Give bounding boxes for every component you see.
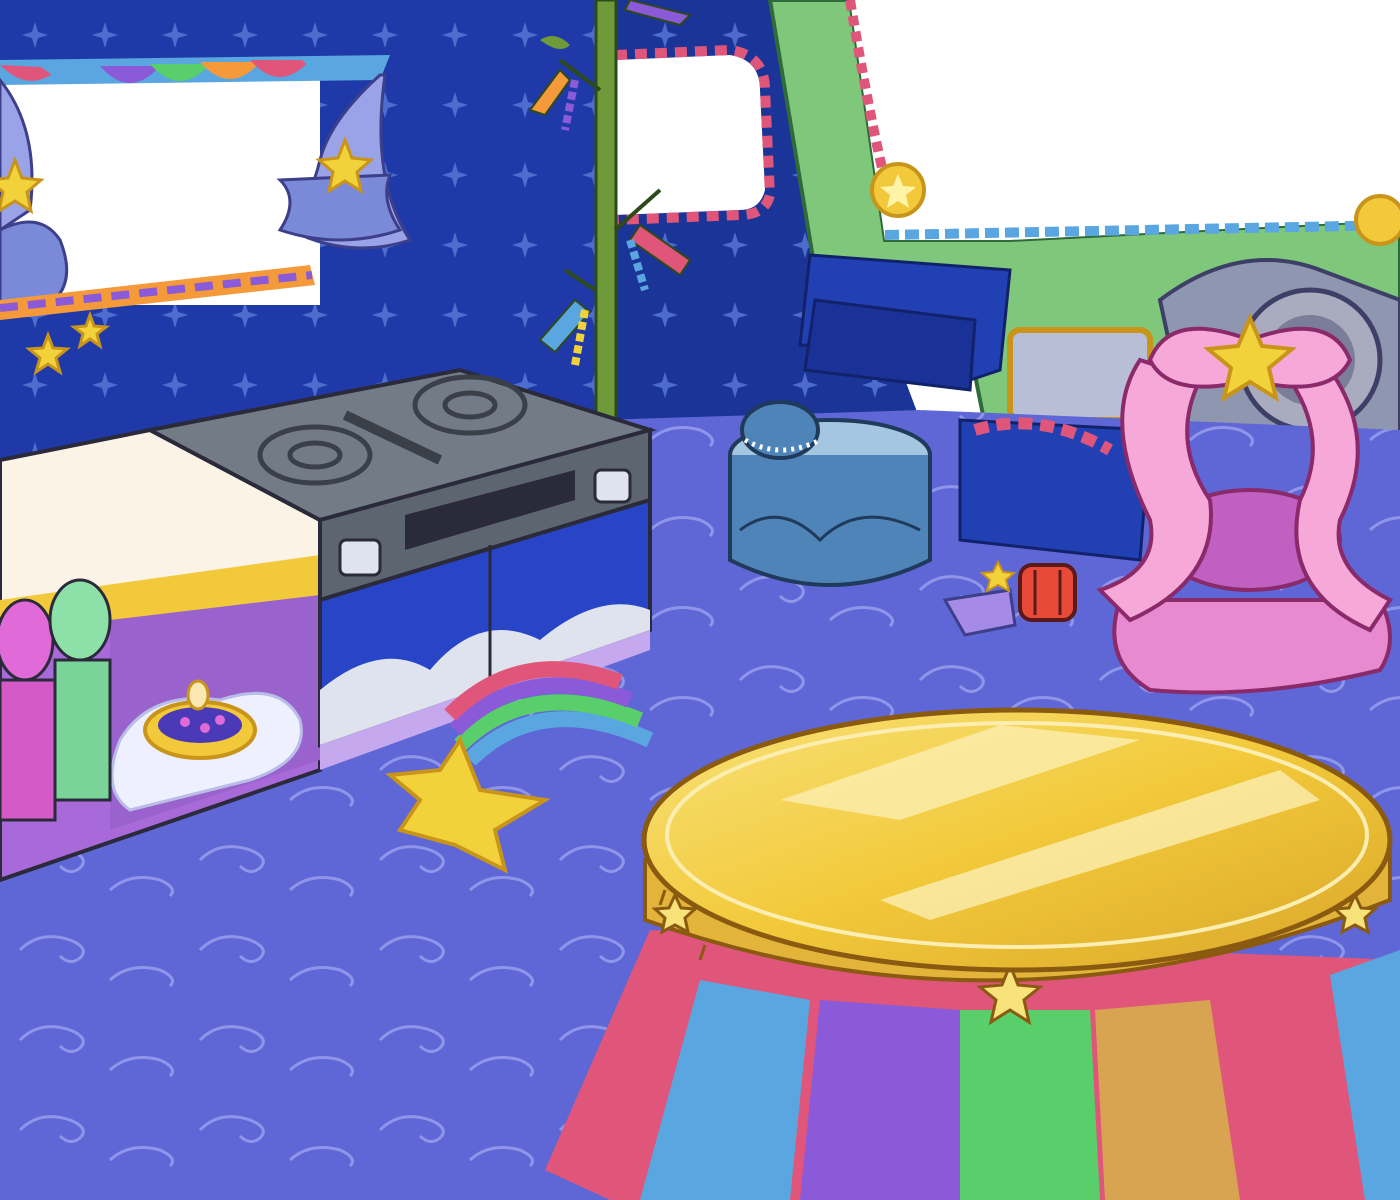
room-canvas <box>0 0 1400 1200</box>
gold-medallion-right <box>1354 194 1400 246</box>
window-middle <box>614 44 776 225</box>
green-tassel <box>48 578 112 802</box>
game-room-scene <box>0 0 1400 1200</box>
pink-tassel <box>0 598 57 822</box>
pouf-icon <box>728 400 932 587</box>
lantern-icon <box>1018 563 1077 622</box>
